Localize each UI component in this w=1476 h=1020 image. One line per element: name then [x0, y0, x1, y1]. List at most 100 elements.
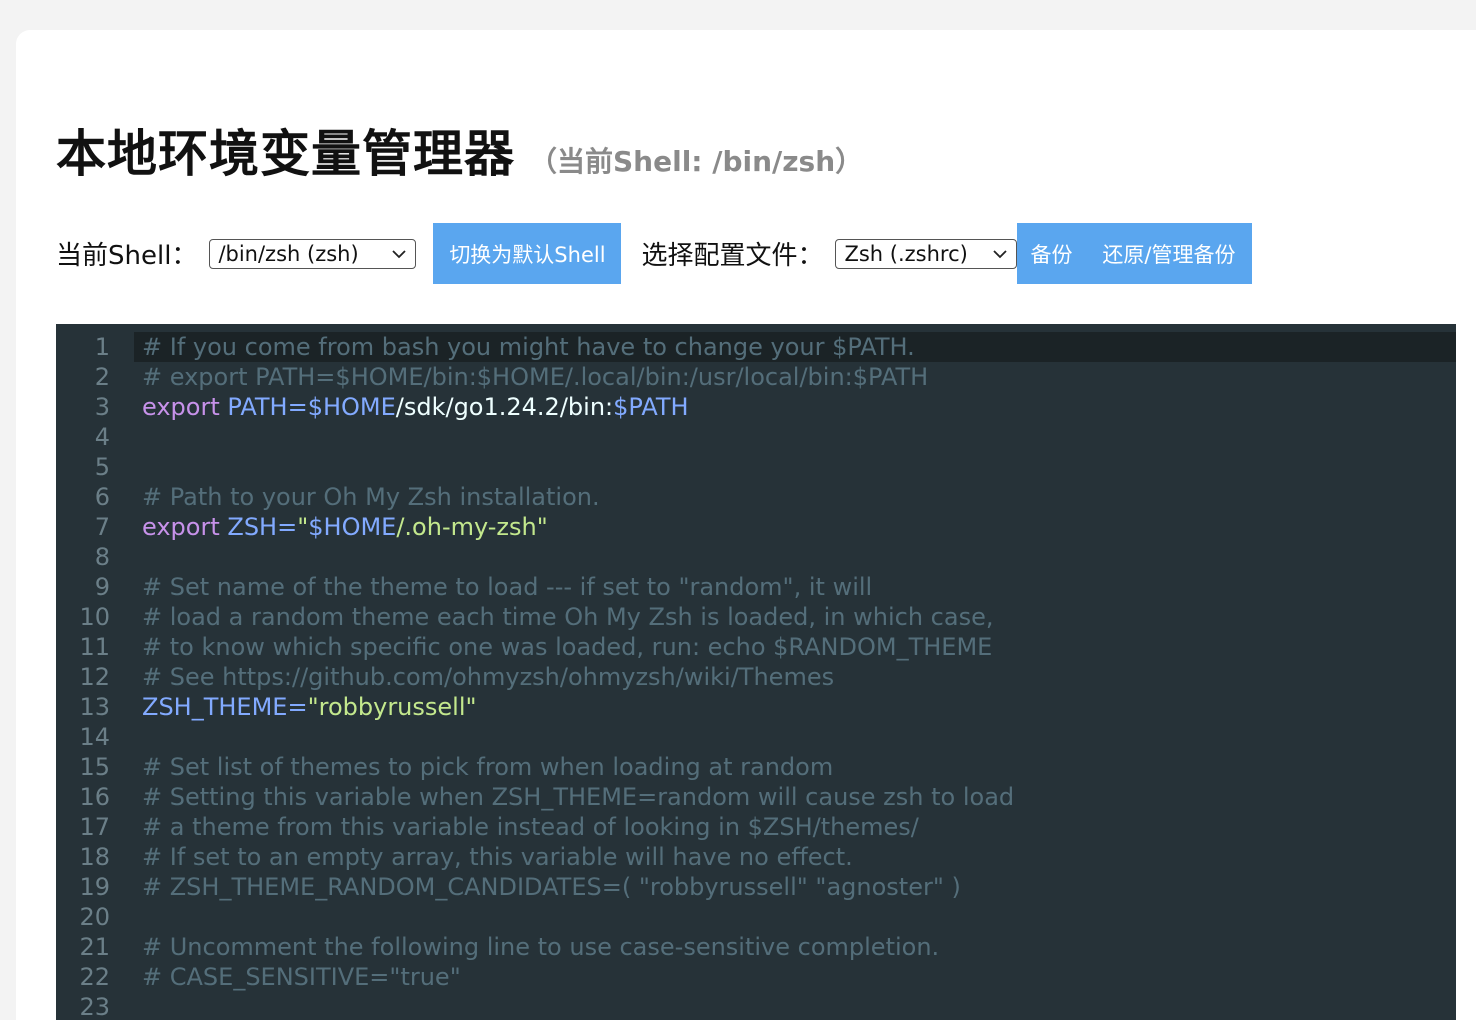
- code-token: # If set to an empty array, this variabl…: [142, 843, 853, 871]
- editor-line[interactable]: 22 # CASE_SENSITIVE="true": [56, 962, 1456, 992]
- page-header: 本地环境变量管理器 （当前Shell: /bin/zsh）: [56, 114, 863, 186]
- line-number: 23: [79, 993, 110, 1020]
- code-token: /.oh-my-zsh": [396, 513, 548, 541]
- editor-line[interactable]: 20: [56, 902, 1456, 932]
- restore-manage-backups-button[interactable]: 还原/管理备份: [1085, 223, 1253, 284]
- main-card: 本地环境变量管理器 （当前Shell: /bin/zsh） 当前Shell： /…: [16, 30, 1476, 1020]
- line-number: 3: [94, 393, 110, 421]
- editor-line[interactable]: 2 # export PATH=$HOME/bin:$HOME/.local/bi…: [56, 362, 1456, 392]
- config-file-select[interactable]: Zsh (.zshrc): [835, 238, 1018, 269]
- code-editor[interactable]: 1 # If you come from bash you might have …: [56, 324, 1456, 1020]
- page-title: 本地环境变量管理器: [56, 125, 515, 183]
- code-token: # CASE_SENSITIVE="true": [142, 963, 461, 991]
- line-number: 2: [94, 363, 110, 391]
- line-number: 15: [79, 753, 110, 781]
- code-text: # ZSH_THEME_RANDOM_CANDIDATES=( "robbyru…: [134, 872, 1456, 902]
- code-text: # If you come from bash you might have t…: [134, 332, 1456, 362]
- code-token: export: [142, 393, 220, 421]
- line-number: 11: [79, 633, 110, 661]
- editor-line[interactable]: 23: [56, 992, 1456, 1020]
- code-token: ": [297, 513, 309, 541]
- code-token: ZSH_THEME=: [142, 693, 308, 721]
- editor-line[interactable]: 10 # load a random theme each time Oh My …: [56, 602, 1456, 632]
- code-text: # Path to your Oh My Zsh installation.: [134, 482, 1456, 512]
- code-token: PATH=$HOME: [219, 393, 396, 421]
- editor-line[interactable]: 17 # a theme from this variable instead o…: [56, 812, 1456, 842]
- line-number: 17: [79, 813, 110, 841]
- line-number: 21: [79, 933, 110, 961]
- line-number: 4: [94, 423, 110, 451]
- editor-line[interactable]: 12 # See https://github.com/ohmyzsh/ohmyz…: [56, 662, 1456, 692]
- line-number: 8: [94, 543, 110, 571]
- code-token: export: [142, 513, 220, 541]
- code-text: # Uncomment the following line to use ca…: [134, 932, 1456, 962]
- editor-line[interactable]: 16 # Setting this variable when ZSH_THEME…: [56, 782, 1456, 812]
- code-token: # to know which specific one was loaded,…: [142, 633, 993, 661]
- code-token: # a theme from this variable instead of …: [142, 813, 919, 841]
- chevron-down-icon: [392, 249, 407, 258]
- editor-line[interactable]: 13 ZSH_THEME="robbyrussell": [56, 692, 1456, 722]
- code-token: # Path to your Oh My Zsh installation.: [142, 483, 600, 511]
- current-shell-subtitle: （当前Shell: /bin/zsh）: [529, 145, 864, 178]
- code-token: $PATH: [613, 393, 689, 421]
- editor-lines: 1 # If you come from bash you might have …: [56, 324, 1456, 1020]
- code-text: # to know which specific one was loaded,…: [134, 632, 1456, 662]
- line-number: 12: [79, 663, 110, 691]
- code-text: # Set name of the theme to load --- if s…: [134, 572, 1456, 602]
- code-token: # Set name of the theme to load --- if s…: [142, 573, 873, 601]
- chevron-down-icon: [993, 249, 1008, 258]
- code-text: export ZSH="$HOME/.oh-my-zsh": [134, 512, 1456, 542]
- editor-line[interactable]: 15 # Set list of themes to pick from when…: [56, 752, 1456, 782]
- line-number: 9: [94, 573, 110, 601]
- backup-button[interactable]: 备份: [1017, 223, 1086, 284]
- line-number: 14: [79, 723, 110, 751]
- line-number: 18: [79, 843, 110, 871]
- code-token: # Setting this variable when ZSH_THEME=r…: [142, 783, 1015, 811]
- code-text: # CASE_SENSITIVE="true": [134, 962, 1456, 992]
- line-number: 1: [94, 333, 110, 361]
- shell-select[interactable]: /bin/zsh (zsh): [209, 238, 417, 269]
- editor-line[interactable]: 4: [56, 422, 1456, 452]
- editor-line[interactable]: 9 # Set name of the theme to load --- if …: [56, 572, 1456, 602]
- line-number: 20: [79, 903, 110, 931]
- code-text: # If set to an empty array, this variabl…: [134, 842, 1456, 872]
- code-token: $HOME: [308, 513, 397, 541]
- toolbar: 当前Shell： /bin/zsh (zsh) 切换为默认Shell 选择配置文…: [56, 223, 1253, 284]
- editor-line[interactable]: 19 # ZSH_THEME_RANDOM_CANDIDATES=( "robby…: [56, 872, 1456, 902]
- editor-line[interactable]: 7 export ZSH="$HOME/.oh-my-zsh": [56, 512, 1456, 542]
- editor-line[interactable]: 18 # If set to an empty array, this varia…: [56, 842, 1456, 872]
- line-number: 7: [94, 513, 110, 541]
- code-text: # export PATH=$HOME/bin:$HOME/.local/bin…: [134, 362, 1456, 392]
- code-token: ZSH=: [219, 513, 298, 541]
- code-text: ZSH_THEME="robbyrussell": [134, 692, 1456, 722]
- editor-line[interactable]: 14: [56, 722, 1456, 752]
- line-number: 10: [79, 603, 110, 631]
- shell-label: 当前Shell：: [56, 241, 198, 271]
- editor-line[interactable]: 21 # Uncomment the following line to use …: [56, 932, 1456, 962]
- line-number: 5: [94, 453, 110, 481]
- code-text: # load a random theme each time Oh My Zs…: [134, 602, 1456, 632]
- line-number: 22: [79, 963, 110, 991]
- config-file-label: 选择配置文件：: [641, 241, 824, 271]
- code-text: # Setting this variable when ZSH_THEME=r…: [134, 782, 1456, 812]
- code-text: # Set list of themes to pick from when l…: [134, 752, 1456, 782]
- line-number: 6: [94, 483, 110, 511]
- editor-line[interactable]: 3 export PATH=$HOME/sdk/go1.24.2/bin:$PAT…: [56, 392, 1456, 422]
- editor-line[interactable]: 1 # If you come from bash you might have …: [56, 332, 1456, 362]
- line-number: 13: [79, 693, 110, 721]
- config-select-value: Zsh (.zshrc): [844, 241, 968, 266]
- editor-line[interactable]: 5: [56, 452, 1456, 482]
- set-default-shell-button[interactable]: 切换为默认Shell: [433, 223, 622, 284]
- code-token: # See https://github.com/ohmyzsh/ohmyzsh…: [142, 663, 835, 691]
- code-token: # Set list of themes to pick from when l…: [142, 753, 834, 781]
- editor-line[interactable]: 11 # to know which specific one was loade…: [56, 632, 1456, 662]
- code-text: # a theme from this variable instead of …: [134, 812, 1456, 842]
- code-text: # See https://github.com/ohmyzsh/ohmyzsh…: [134, 662, 1456, 692]
- line-number: 16: [79, 783, 110, 811]
- code-token: # If you come from bash you might have t…: [142, 333, 915, 361]
- code-token: # Uncomment the following line to use ca…: [142, 933, 940, 961]
- editor-line[interactable]: 6 # Path to your Oh My Zsh installation.: [56, 482, 1456, 512]
- editor-line[interactable]: 8: [56, 542, 1456, 572]
- code-text: export PATH=$HOME/sdk/go1.24.2/bin:$PATH: [134, 392, 1456, 422]
- code-token: /sdk/go1.24.2/bin:: [395, 393, 614, 421]
